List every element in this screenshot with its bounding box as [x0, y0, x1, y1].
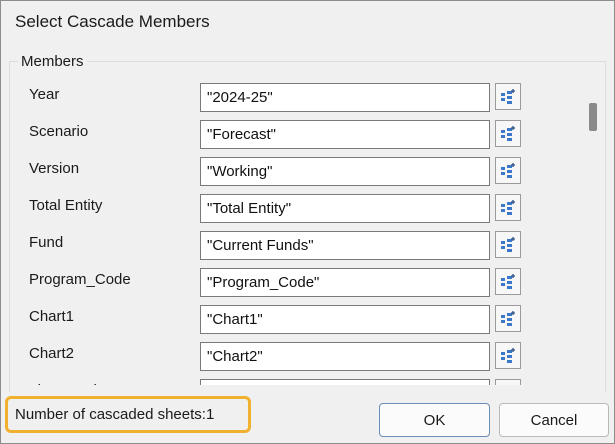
member-label: Chart1: [29, 308, 75, 325]
member-label: Fund: [29, 234, 64, 251]
member-label: Chart2: [29, 345, 75, 362]
member-value-input[interactable]: [200, 120, 490, 149]
cascaded-sheets-status: Number of cascaded sheets: 1: [5, 396, 251, 433]
member-select-button[interactable]: [495, 379, 521, 385]
member-row: Version: [10, 151, 578, 188]
member-row: Year: [10, 77, 578, 114]
member-selector-icon: [499, 347, 517, 365]
member-row: Chart2: [10, 336, 578, 373]
member-value-input[interactable]: [200, 268, 490, 297]
member-selector-icon: [499, 162, 517, 180]
member-label: Program_Code: [29, 271, 131, 288]
member-label: Time_Series: [29, 382, 113, 385]
member-value-input[interactable]: [200, 194, 490, 223]
member-value-input[interactable]: [200, 157, 490, 186]
member-select-button[interactable]: [495, 305, 521, 332]
member-row: Chart1: [10, 299, 578, 336]
member-label: Year: [29, 86, 60, 103]
member-value-input[interactable]: [200, 231, 490, 260]
dialog-title: Select Cascade Members: [15, 12, 210, 31]
member-row: Total Entity: [10, 188, 578, 225]
member-value-input[interactable]: [200, 83, 490, 112]
member-value-input[interactable]: [200, 379, 490, 385]
member-selector-icon: [499, 199, 517, 217]
member-selector-icon: [499, 88, 517, 106]
member-selector-icon: [499, 273, 517, 291]
member-selector-icon: [499, 236, 517, 254]
members-list: Year Scenario Version Total Entity Fund Progr…: [10, 77, 578, 385]
member-select-button[interactable]: [495, 194, 521, 221]
member-selector-icon: [499, 125, 517, 143]
member-select-button[interactable]: [495, 231, 521, 258]
member-select-button[interactable]: [495, 120, 521, 147]
member-row: Scenario: [10, 114, 578, 151]
cancel-button[interactable]: Cancel: [499, 403, 609, 437]
member-selector-icon: [499, 310, 517, 328]
ok-button[interactable]: OK: [379, 403, 490, 437]
member-label: Scenario: [29, 123, 89, 140]
member-row: Program_Code: [10, 262, 578, 299]
member-row: Time_Series: [10, 373, 578, 385]
member-select-button[interactable]: [495, 83, 521, 110]
member-label: Total Entity: [29, 197, 103, 214]
member-row: Fund: [10, 225, 578, 262]
members-group-label: Members: [18, 53, 87, 70]
member-select-button[interactable]: [495, 342, 521, 369]
member-select-button[interactable]: [495, 268, 521, 295]
cascaded-sheets-count: 1: [205, 406, 215, 423]
member-value-input[interactable]: [200, 305, 490, 334]
scrollbar-thumb[interactable]: [589, 103, 597, 131]
member-selector-icon: [499, 384, 517, 385]
member-select-button[interactable]: [495, 157, 521, 184]
cascaded-sheets-label: Number of cascaded sheets:: [15, 406, 206, 423]
member-label: Version: [29, 160, 80, 177]
cascade-dialog: Select Cascade Members Members Year Scena…: [0, 0, 615, 444]
member-value-input[interactable]: [200, 342, 490, 371]
members-scrollbar[interactable]: [585, 81, 599, 386]
